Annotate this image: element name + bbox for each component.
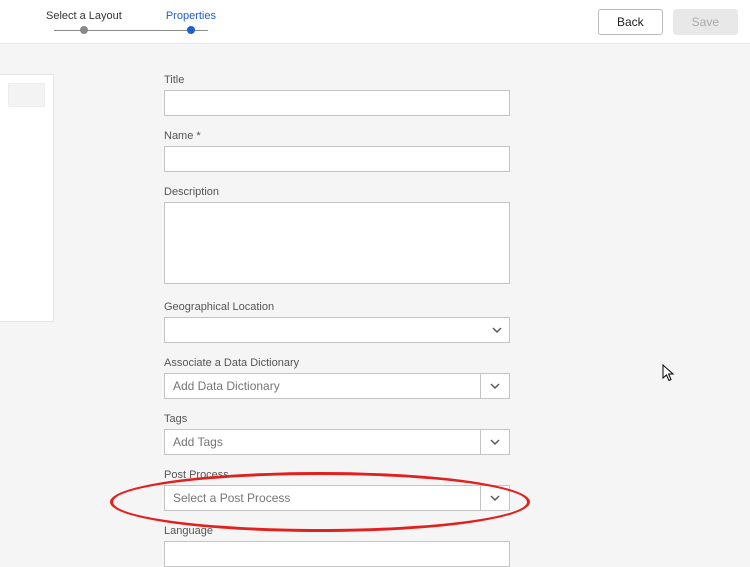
side-panel xyxy=(0,44,54,543)
dict-combo xyxy=(164,373,510,399)
save-button: Save xyxy=(673,9,738,35)
workspace: Title Name * Description Geographical Lo… xyxy=(0,44,750,543)
step-dot-icon xyxy=(187,26,195,34)
post-combo xyxy=(164,485,510,511)
tags-dropdown-toggle[interactable] xyxy=(480,429,510,455)
lang-label: Language xyxy=(164,525,710,537)
tags-label: Tags xyxy=(164,413,710,425)
field-language: Language xyxy=(164,525,710,567)
post-input[interactable] xyxy=(164,485,480,511)
field-description: Description xyxy=(164,186,710,287)
step-label: Properties xyxy=(166,10,216,22)
geo-select[interactable] xyxy=(164,317,510,343)
chevron-down-icon xyxy=(490,439,500,445)
lang-input[interactable] xyxy=(164,541,510,567)
dict-input[interactable] xyxy=(164,373,480,399)
chevron-down-icon xyxy=(490,495,500,501)
field-geographical-location: Geographical Location xyxy=(164,301,710,343)
back-button[interactable]: Back xyxy=(598,9,663,35)
geo-label: Geographical Location xyxy=(164,301,710,313)
top-actions: Back Save xyxy=(598,9,738,35)
layout-thumbnail xyxy=(8,83,45,107)
title-label: Title xyxy=(164,74,710,86)
description-label: Description xyxy=(164,186,710,198)
post-label: Post Process xyxy=(164,469,710,481)
field-title: Title xyxy=(164,74,710,116)
post-dropdown-toggle[interactable] xyxy=(480,485,510,511)
dict-dropdown-toggle[interactable] xyxy=(480,373,510,399)
name-input[interactable] xyxy=(164,146,510,172)
top-bar: Select a Layout Properties Back Save xyxy=(0,0,750,44)
field-name: Name * xyxy=(164,130,710,172)
step-select-layout[interactable]: Select a Layout xyxy=(46,10,122,34)
properties-form: Title Name * Description Geographical Lo… xyxy=(54,44,750,543)
tags-input[interactable] xyxy=(164,429,480,455)
step-dot-icon xyxy=(80,26,88,34)
tags-combo xyxy=(164,429,510,455)
dict-label: Associate a Data Dictionary xyxy=(164,357,710,369)
layout-preview-card[interactable] xyxy=(0,74,54,322)
field-tags: Tags xyxy=(164,413,710,455)
step-label: Select a Layout xyxy=(46,10,122,22)
field-data-dictionary: Associate a Data Dictionary xyxy=(164,357,710,399)
geo-input[interactable] xyxy=(164,317,510,343)
title-input[interactable] xyxy=(164,90,510,116)
description-input[interactable] xyxy=(164,202,510,284)
chevron-down-icon xyxy=(490,383,500,389)
wizard-steps: Select a Layout Properties xyxy=(46,10,216,34)
name-label: Name * xyxy=(164,130,710,142)
field-post-process: Post Process xyxy=(164,469,710,511)
step-properties[interactable]: Properties xyxy=(166,10,216,34)
